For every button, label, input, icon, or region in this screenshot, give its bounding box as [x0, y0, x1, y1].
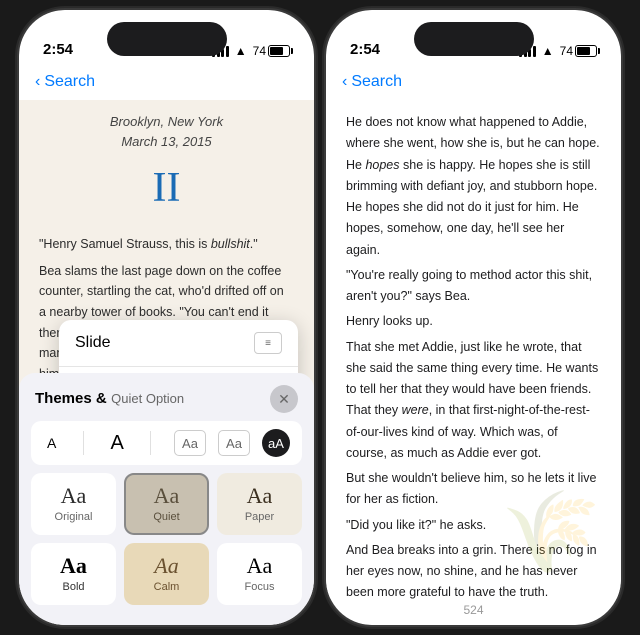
- page-number: 524: [326, 599, 621, 625]
- font-style-icon-3[interactable]: aA: [262, 429, 290, 457]
- font-icons-row: Aa Aa aA: [174, 429, 290, 457]
- right-para-4: But she wouldn't believe him, so he lets…: [346, 468, 601, 511]
- theme-calm-aa: Aa: [154, 555, 178, 577]
- theme-quiet-label: Quiet: [153, 511, 179, 523]
- theme-bold[interactable]: Aa Bold: [31, 543, 116, 605]
- themes-panel: Themes & Quiet Option ✕ A A Aa Aa aA: [19, 373, 314, 625]
- book-location: Brooklyn, New YorkMarch 13, 2015: [39, 112, 294, 151]
- time-left: 2:54: [43, 41, 73, 58]
- slide-icon: ≡: [254, 332, 282, 354]
- theme-bold-aa: Aa: [60, 555, 87, 577]
- book-header: Brooklyn, New YorkMarch 13, 2015 II: [39, 112, 294, 222]
- back-button-right[interactable]: ‹ Search: [342, 73, 402, 91]
- right-book-text: He does not know what happened to Addie,…: [326, 100, 621, 599]
- theme-focus-aa: Aa: [247, 555, 273, 577]
- chapter-number: II: [39, 155, 294, 222]
- wifi-icon-left: ▲: [235, 44, 247, 58]
- dynamic-island-right: [414, 22, 534, 56]
- book-para-0: "Henry Samuel Strauss, this is bullshit.…: [39, 234, 294, 255]
- font-style-icon-1[interactable]: Aa: [174, 430, 206, 456]
- right-phone: 2:54 ▲ 74 ‹ Search He does not kn: [326, 10, 621, 625]
- font-style-icon-2[interactable]: Aa: [218, 430, 250, 456]
- dynamic-island-left: [107, 22, 227, 56]
- theme-grid: Aa Original Aa Quiet Aa Paper Aa Bold Aa: [31, 473, 302, 605]
- right-para-1: "You're really going to method actor thi…: [346, 265, 601, 308]
- theme-focus-label: Focus: [245, 581, 275, 593]
- themes-subtitle: Quiet Option: [111, 391, 184, 406]
- themes-title: Themes &: [35, 390, 107, 407]
- left-phone: 2:54 ▲ 74 ‹ Search Bro: [19, 10, 314, 625]
- font-decrease-button[interactable]: A: [43, 433, 60, 453]
- back-button-left[interactable]: ‹ Search: [35, 73, 95, 91]
- battery-label-left: 74: [253, 44, 266, 58]
- battery-label-right: 74: [560, 44, 573, 58]
- theme-calm[interactable]: Aa Calm: [124, 543, 209, 605]
- back-label-right: Search: [351, 73, 402, 91]
- theme-bold-label: Bold: [62, 581, 84, 593]
- right-para-3: That she met Addie, just like he wrote, …: [346, 337, 601, 465]
- themes-close-button[interactable]: ✕: [270, 385, 298, 413]
- chevron-left-icon-right: ‹: [342, 73, 347, 91]
- wifi-icon-right: ▲: [542, 44, 554, 58]
- back-label-left: Search: [44, 73, 95, 91]
- theme-paper[interactable]: Aa Paper: [217, 473, 302, 535]
- right-para-2: Henry looks up.: [346, 311, 601, 332]
- themes-title-area: Themes & Quiet Option: [35, 390, 184, 408]
- theme-original-label: Original: [55, 511, 93, 523]
- right-para-6: And Bea breaks into a grin. There is no …: [346, 540, 601, 599]
- themes-header: Themes & Quiet Option ✕: [31, 385, 302, 413]
- nav-bar-right: ‹ Search: [326, 64, 621, 100]
- font-size-row: A A Aa Aa aA: [31, 421, 302, 465]
- theme-paper-label: Paper: [245, 511, 274, 523]
- time-right: 2:54: [350, 41, 380, 58]
- theme-quiet[interactable]: Aa Quiet: [124, 473, 209, 535]
- theme-original[interactable]: Aa Original: [31, 473, 116, 535]
- scroll-option-slide[interactable]: Slide ≡: [59, 320, 298, 367]
- theme-focus[interactable]: Aa Focus: [217, 543, 302, 605]
- book-content-right: He does not know what happened to Addie,…: [326, 100, 621, 599]
- font-divider-2: [150, 431, 151, 455]
- chevron-left-icon-left: ‹: [35, 73, 40, 91]
- right-para-5: "Did you like it?" he asks.: [346, 515, 601, 536]
- theme-original-aa: Aa: [61, 485, 87, 507]
- nav-bar-left: ‹ Search: [19, 64, 314, 100]
- right-para-0: He does not know what happened to Addie,…: [346, 112, 601, 261]
- theme-calm-label: Calm: [154, 581, 180, 593]
- battery-right: 74: [560, 44, 597, 58]
- theme-quiet-aa: Aa: [154, 485, 180, 507]
- battery-left: 74: [253, 44, 290, 58]
- scroll-option-slide-label: Slide: [75, 334, 254, 352]
- theme-paper-aa: Aa: [247, 485, 273, 507]
- font-divider-1: [83, 431, 84, 455]
- font-increase-button[interactable]: A: [107, 430, 128, 457]
